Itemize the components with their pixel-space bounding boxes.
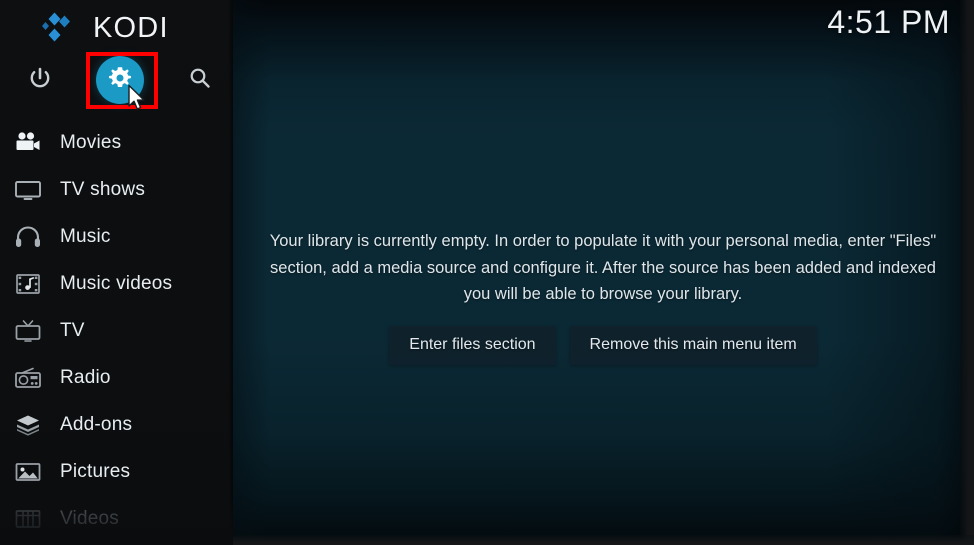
- bottom-edge-strip: [233, 535, 974, 545]
- kodi-logo-icon: [40, 11, 82, 45]
- power-button[interactable]: [12, 52, 68, 108]
- right-edge-strip: [960, 0, 974, 545]
- settings-button[interactable]: [92, 52, 148, 108]
- empty-library-message: Your library is currently empty. In orde…: [269, 232, 937, 303]
- tv-antenna-icon: [10, 316, 46, 346]
- sidebar-item-tv[interactable]: TV: [0, 307, 233, 354]
- settings-button-circle[interactable]: [96, 56, 144, 104]
- music-film-icon: [10, 269, 46, 299]
- gear-icon: [107, 65, 133, 96]
- sidebar-item-label: Movies: [60, 131, 122, 153]
- package-box-icon: [10, 410, 46, 440]
- clock: 4:51 PM: [827, 4, 950, 40]
- television-icon: [10, 175, 46, 205]
- radio-icon: [10, 363, 46, 393]
- sidebar: KODI Movies TV shows Music Music videos …: [0, 0, 233, 545]
- empty-library-panel: Your library is currently empty. In orde…: [252, 228, 954, 365]
- sidebar-item-videos[interactable]: Videos: [0, 495, 233, 542]
- app-logo: KODI: [0, 8, 233, 48]
- sidebar-item-label: Videos: [60, 507, 119, 529]
- enter-files-section-button[interactable]: Enter files section: [389, 325, 556, 365]
- sidebar-item-add-ons[interactable]: Add-ons: [0, 401, 233, 448]
- main-menu: Movies TV shows Music Music videos TV Ra…: [0, 119, 233, 542]
- sidebar-top-icons: [0, 52, 233, 110]
- sidebar-item-label: Music: [60, 225, 111, 247]
- sidebar-item-pictures[interactable]: Pictures: [0, 448, 233, 495]
- sidebar-item-movies[interactable]: Movies: [0, 119, 233, 166]
- sidebar-item-label: TV shows: [60, 178, 146, 200]
- kodi-window: 4:51 PM Your library is currently empty.…: [0, 0, 974, 545]
- empty-library-actions: Enter files section Remove this main men…: [252, 325, 954, 365]
- headphones-icon: [10, 222, 46, 252]
- sidebar-item-label: Pictures: [60, 460, 131, 482]
- remove-main-menu-item-button[interactable]: Remove this main menu item: [569, 325, 817, 365]
- sidebar-item-label: Radio: [60, 366, 111, 388]
- sidebar-item-music-videos[interactable]: Music videos: [0, 260, 233, 307]
- power-icon: [27, 65, 53, 96]
- app-title: KODI: [93, 11, 169, 44]
- sidebar-item-label: Music videos: [60, 272, 173, 294]
- search-icon: [187, 65, 213, 96]
- sidebar-item-music[interactable]: Music: [0, 213, 233, 260]
- search-button[interactable]: [172, 52, 228, 108]
- sidebar-item-radio[interactable]: Radio: [0, 354, 233, 401]
- sidebar-item-tv-shows[interactable]: TV shows: [0, 166, 233, 213]
- movie-camera-icon: [10, 128, 46, 158]
- sidebar-item-label: TV: [60, 319, 85, 341]
- film-strip-icon: [10, 504, 46, 534]
- sidebar-item-label: Add-ons: [60, 413, 133, 435]
- picture-icon: [10, 457, 46, 487]
